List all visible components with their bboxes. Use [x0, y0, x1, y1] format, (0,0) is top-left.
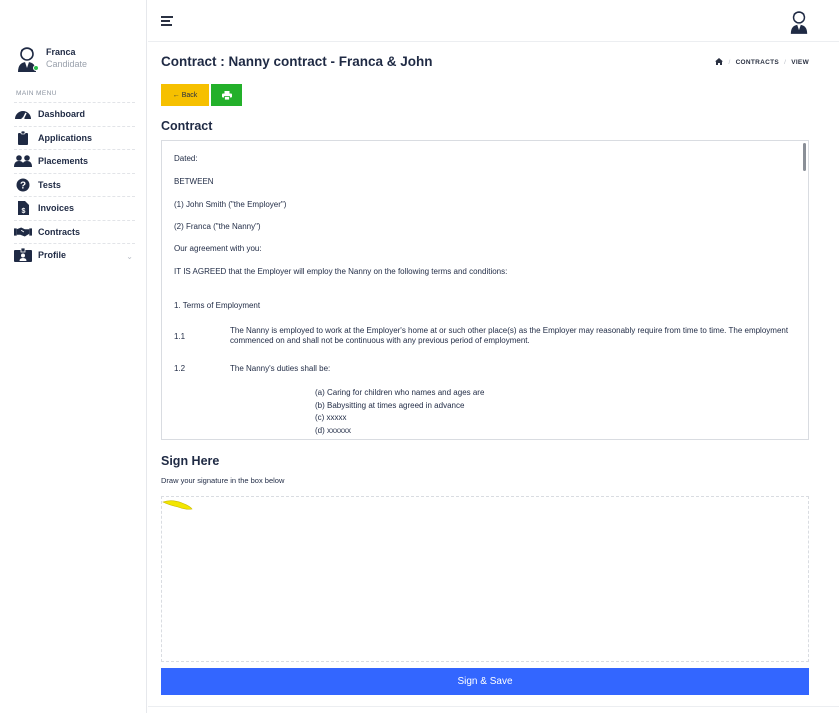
list-item: (a) Caring for children who names and ag… [315, 388, 485, 397]
footer-divider [148, 706, 839, 707]
list-item: (b) Babysitting at times agreed in advan… [315, 400, 465, 410]
online-status-dot [33, 65, 39, 71]
svg-text:$: $ [21, 208, 25, 215]
clause-number: 1.2 [174, 364, 186, 373]
sidebar-item-profile[interactable]: Profile ⌄ [14, 243, 135, 267]
clipboard-icon [14, 130, 32, 145]
avatar[interactable] [16, 46, 39, 72]
breadcrumb-separator: / [728, 59, 731, 66]
user-panel: Franca Candidate [16, 46, 87, 72]
clause-text: The Nanny is employed to work at the Emp… [230, 326, 789, 345]
breadcrumb: / CONTRACTS / VIEW [715, 58, 809, 67]
scrollbar-thumb[interactable] [803, 143, 806, 171]
sidebar-item-label: Profile [38, 250, 67, 261]
contract-section-1: 1. Terms of Employment [174, 301, 261, 310]
user-role: Candidate [46, 59, 88, 69]
sign-and-save-button[interactable]: Sign & Save [161, 668, 809, 695]
contract-text-panel[interactable]: Dated: BETWEEN (1) John Smith ("the Empl… [161, 140, 809, 440]
contract-party-employer: (1) John Smith ("the Employer") [174, 200, 287, 209]
print-icon [221, 90, 232, 100]
contract-agreed-clause: IT IS AGREED that the Employer will empl… [174, 267, 508, 276]
arrow-left-icon: ← [172, 91, 180, 99]
user-name: Franca [46, 47, 76, 57]
breadcrumb-view: VIEW [791, 59, 809, 66]
signature-pad[interactable] [161, 496, 809, 662]
clause-number: 1.1 [174, 332, 186, 341]
contract-party-nanny: (2) Franca ("the Nanny") [174, 222, 261, 231]
menu-toggle-icon[interactable] [161, 16, 173, 26]
top-user-avatar-icon[interactable] [789, 10, 809, 34]
contract-heading: Contract [161, 119, 213, 133]
id-card-icon [14, 248, 32, 263]
sidebar-item-invoices[interactable]: $ Invoices [14, 196, 135, 220]
duties-list: (a) Caring for children who names and ag… [315, 387, 484, 437]
sidebar-item-dashboard[interactable]: Dashboard [14, 102, 135, 126]
page-title: Contract : Nanny contract - Franca & Joh… [161, 54, 433, 69]
chevron-down-icon: ⌄ [126, 252, 133, 261]
sign-instruction: Draw your signature in the box below [161, 476, 285, 485]
sidebar: Franca Candidate MAIN MENU Dashboard App… [0, 0, 147, 713]
list-item: (d) xxxxxx [315, 425, 351, 435]
sidebar-item-label: Placements [38, 156, 89, 167]
contract-between: BETWEEN [174, 177, 214, 186]
list-item: (c) xxxxx [315, 413, 347, 422]
sidebar-item-placements[interactable]: Placements [14, 149, 135, 173]
sidebar-item-applications[interactable]: Applications [14, 125, 135, 150]
contract-dated: Dated: [174, 154, 198, 163]
menu-title: MAIN MENU [16, 90, 57, 97]
print-button[interactable] [211, 84, 242, 106]
sidebar-item-label: Applications [38, 132, 93, 143]
clause-text: The Nanny's duties shall be: [230, 364, 331, 373]
breadcrumb-contracts[interactable]: CONTRACTS [736, 59, 780, 66]
sidebar-item-label: Invoices [38, 203, 75, 214]
sidebar-item-tests[interactable]: ? Tests [14, 172, 135, 197]
home-icon[interactable] [715, 58, 724, 67]
sidebar-item-contracts[interactable]: Contracts [14, 219, 135, 244]
back-button-label: Back [181, 91, 198, 99]
handshake-icon [14, 225, 32, 239]
users-icon [14, 154, 32, 168]
dashboard-icon [14, 107, 32, 121]
sign-heading: Sign Here [161, 454, 220, 468]
question-icon: ? [14, 178, 32, 192]
sidebar-item-label: Dashboard [38, 109, 86, 120]
signature-stroke [162, 500, 193, 510]
sidebar-item-label: Tests [38, 179, 61, 190]
svg-text:?: ? [20, 180, 26, 191]
invoice-icon: $ [14, 201, 32, 216]
main-menu: Dashboard Applications Placements ? Test… [14, 102, 135, 267]
back-button[interactable]: ← Back [161, 84, 209, 106]
topbar [148, 0, 839, 42]
sidebar-item-label: Contracts [38, 226, 81, 237]
breadcrumb-separator: / [784, 59, 787, 66]
contract-agreement: Our agreement with you: [174, 244, 262, 253]
